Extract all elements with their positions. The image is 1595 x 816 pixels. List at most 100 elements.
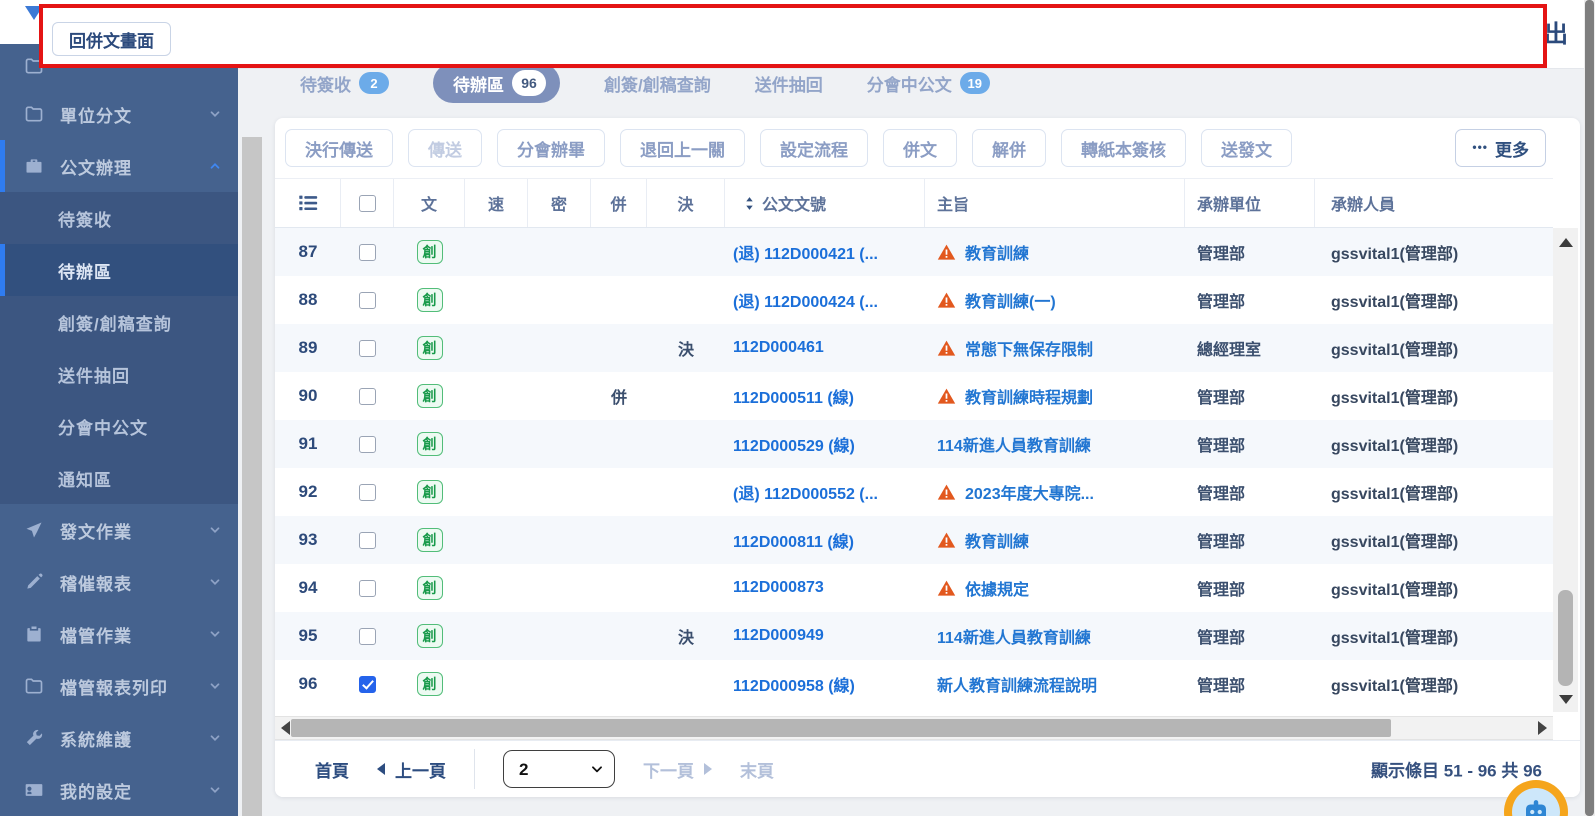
table-row[interactable]: 92 創 (退) 112D000552 (... 2023年度大專院... 管理…: [275, 468, 1553, 516]
doc-number-link[interactable]: 112D000811 (線): [725, 516, 925, 564]
table-row[interactable]: 88 創 (退) 112D000424 (... 教育訓練(一) 管理部 gss…: [275, 276, 1553, 324]
page-scrollbar-thumb[interactable]: [1585, 0, 1594, 816]
sidebar-item-notifications[interactable]: 通知區: [0, 452, 238, 504]
row-checkbox[interactable]: [359, 579, 376, 597]
unmerge-button[interactable]: 解併: [972, 129, 1046, 167]
doc-number-link[interactable]: 112D000958 (線): [725, 660, 925, 708]
logout-button[interactable]: 出: [1544, 14, 1568, 49]
subject-link[interactable]: 新人教育訓練流程說明: [937, 672, 1097, 696]
doc-number-link[interactable]: 112D000873: [725, 564, 925, 612]
table-row[interactable]: 96 創 112D000958 (線) 新人教育訓練流程說明 管理部 gssvi…: [275, 660, 1553, 708]
sidebar-submenu: 待簽收 待辦區 創簽/創稿查詢 送件抽回 分會中公文 通知區: [0, 192, 238, 504]
branch-complete-button[interactable]: 分會辦畢: [497, 129, 605, 167]
row-checkbox[interactable]: [359, 435, 376, 453]
first-page-button[interactable]: 首頁: [315, 757, 349, 782]
sidebar-item-archive-work[interactable]: 檔管作業: [0, 608, 238, 660]
tab-draft-query[interactable]: 創簽/創稿查詢: [604, 71, 711, 96]
scroll-right-icon[interactable]: [1538, 721, 1547, 735]
doc-number-link[interactable]: (退) 112D000421 (...: [725, 228, 925, 276]
next-arrow-icon: [704, 763, 712, 775]
table-row[interactable]: 93 創 112D000811 (線) 教育訓練 管理部 gssvital1(管…: [275, 516, 1553, 564]
count-badge: 19: [959, 72, 990, 94]
page-select[interactable]: 2: [503, 750, 615, 788]
row-checkbox[interactable]: [359, 291, 376, 309]
back-to-merge-button[interactable]: 回併文畫面: [52, 22, 171, 56]
subject-link[interactable]: 114新進人員教育訓練: [937, 624, 1091, 648]
table-row[interactable]: 95 創 決 112D000949 114新進人員教育訓練 管理部 gssvit…: [275, 612, 1553, 660]
tab-recall[interactable]: 送件抽回: [755, 71, 823, 96]
sidebar-item-system-maintenance[interactable]: 系統維護: [0, 712, 238, 764]
person-cell: gssvital1(管理部): [1331, 630, 1459, 647]
numbered-list-icon[interactable]: [275, 179, 341, 227]
doc-number-link[interactable]: 112D000461: [725, 324, 925, 372]
doc-number-link[interactable]: 112D000529 (線): [725, 420, 925, 468]
table-row[interactable]: 90 創 併 112D000511 (線) 教育訓練時程規劃 管理部 gssvi…: [275, 372, 1553, 420]
row-checkbox[interactable]: [359, 243, 376, 261]
more-button[interactable]: ••• 更多: [1455, 129, 1546, 167]
secret-cell: [528, 660, 591, 708]
checkbox-cell: [341, 564, 394, 612]
set-flow-button[interactable]: 設定流程: [760, 129, 868, 167]
sidebar-item-outgoing[interactable]: 發文作業: [0, 504, 238, 556]
tab-pending-area[interactable]: 待辦區 96: [433, 63, 560, 103]
subject-link[interactable]: 教育訓練: [965, 240, 1029, 264]
row-checkbox[interactable]: [359, 483, 376, 501]
table-horizontal-scrollbar[interactable]: [275, 716, 1553, 740]
next-page-button[interactable]: 下一頁: [643, 757, 712, 782]
sidebar-item-recall[interactable]: 送件抽回: [0, 348, 238, 400]
tab-to-sign[interactable]: 待簽收 2: [300, 71, 389, 96]
row-checkbox[interactable]: [359, 339, 376, 357]
table-row[interactable]: 94 創 112D000873 依據規定 管理部 gssvital1(管理部): [275, 564, 1553, 612]
row-checkbox[interactable]: [359, 387, 376, 405]
sidebar-item-label: 檔管作業: [60, 626, 132, 646]
prev-page-button[interactable]: 上一頁: [377, 757, 446, 782]
sidebar-item-pending-area[interactable]: 待辦區: [0, 244, 238, 296]
scroll-down-icon[interactable]: [1558, 695, 1573, 704]
table-row[interactable]: 89 創 決 112D000461 常態下無保存限制 總經理室 gssvital…: [275, 324, 1553, 372]
return-previous-button[interactable]: 退回上一關: [620, 129, 745, 167]
row-checkbox[interactable]: [359, 675, 376, 693]
last-page-button[interactable]: 末頁: [740, 757, 774, 782]
subject-link[interactable]: 114新進人員教育訓練: [937, 432, 1091, 456]
tab-bar: 待簽收 2 待辦區 96 創簽/創稿查詢 送件抽回 分會中公文 19: [300, 62, 990, 104]
send-dispatch-button[interactable]: 送發文: [1201, 129, 1292, 167]
sidebar-item-draft-query[interactable]: 創簽/創稿查詢: [0, 296, 238, 348]
subject-link[interactable]: 教育訓練: [965, 528, 1029, 552]
content-scrollbar[interactable]: [242, 137, 262, 816]
vertical-scrollbar-thumb[interactable]: [1558, 590, 1573, 686]
select-all-checkbox[interactable]: [358, 194, 376, 212]
subject-link[interactable]: 常態下無保存限制: [965, 336, 1093, 360]
subject-link[interactable]: 教育訓練時程規劃: [965, 384, 1093, 408]
sidebar-item-branch-docs[interactable]: 分會中公文: [0, 400, 238, 452]
sidebar-item-to-sign[interactable]: 待簽收: [0, 192, 238, 244]
horizontal-scrollbar-thumb[interactable]: [291, 719, 1391, 737]
doc-number-link[interactable]: 112D000949: [725, 612, 925, 660]
tab-branch-docs[interactable]: 分會中公文 19: [867, 71, 990, 96]
row-checkbox[interactable]: [359, 531, 376, 549]
scroll-left-icon[interactable]: [281, 721, 290, 735]
subject-link[interactable]: 依據規定: [965, 576, 1029, 600]
sidebar-item-audit-reports[interactable]: 稽催報表: [0, 556, 238, 608]
subject-link[interactable]: 教育訓練(一): [965, 288, 1056, 312]
table-row[interactable]: 87 創 (退) 112D000421 (... 教育訓練 管理部 gssvit…: [275, 228, 1553, 276]
sidebar-item-unit-dispatch[interactable]: 單位分文: [0, 88, 238, 140]
scroll-up-icon[interactable]: [1558, 238, 1573, 247]
sidebar-item-my-settings[interactable]: 我的設定: [0, 764, 238, 816]
paper-sign-button[interactable]: 轉紙本簽核: [1061, 129, 1186, 167]
doc-number-link[interactable]: (退) 112D000424 (...: [725, 276, 925, 324]
subject-link[interactable]: 2023年度大專院...: [965, 480, 1094, 504]
decision-send-button[interactable]: 決行傳送: [285, 129, 393, 167]
doc-number-link[interactable]: (退) 112D000552 (...: [725, 468, 925, 516]
page-scrollbar[interactable]: [1584, 0, 1595, 816]
col-doc-number-sort[interactable]: 公文文號: [725, 179, 925, 227]
row-checkbox[interactable]: [359, 627, 376, 645]
doc-number-link[interactable]: 112D000511 (線): [725, 372, 925, 420]
doc-type-cell: 創: [394, 420, 465, 468]
table-vertical-scrollbar[interactable]: [1553, 228, 1578, 712]
send-button[interactable]: 傳送: [408, 129, 482, 167]
toolbar: 決行傳送 傳送 分會辦畢 退回上一關 設定流程 併文 解併 轉紙本簽核 送發文 …: [275, 118, 1580, 178]
table-row[interactable]: 91 創 112D000529 (線) 114新進人員教育訓練 管理部 gssv…: [275, 420, 1553, 468]
sidebar-item-archive-report-print[interactable]: 檔管報表列印: [0, 660, 238, 712]
merge-doc-button[interactable]: 併文: [883, 129, 957, 167]
sidebar-item-doc-processing[interactable]: 公文辦理: [0, 140, 238, 192]
